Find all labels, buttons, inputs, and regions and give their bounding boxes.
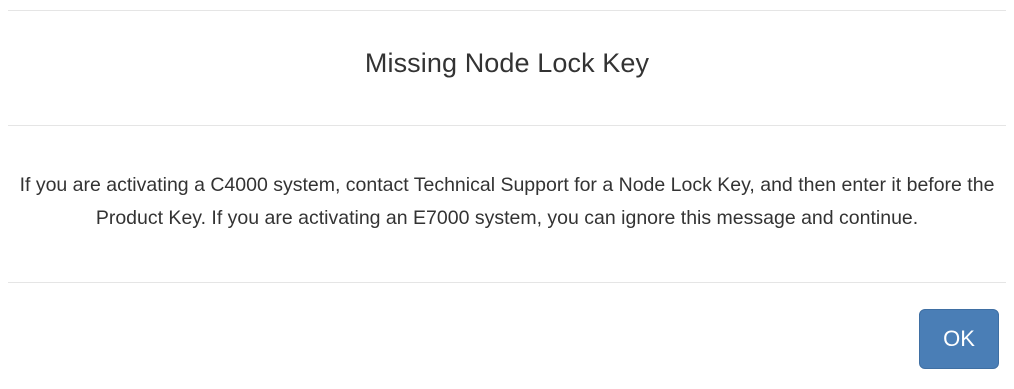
ok-button[interactable]: OK bbox=[919, 309, 999, 369]
dialog-message: If you are activating a C4000 system, co… bbox=[19, 174, 995, 229]
dialog-body: If you are activating a C4000 system, co… bbox=[0, 126, 1014, 282]
dialog-header: Missing Node Lock Key bbox=[0, 11, 1014, 125]
dialog-footer: OK bbox=[0, 283, 1014, 389]
missing-node-lock-key-dialog: Missing Node Lock Key If you are activat… bbox=[0, 0, 1014, 389]
dialog-title: Missing Node Lock Key bbox=[364, 47, 650, 78]
